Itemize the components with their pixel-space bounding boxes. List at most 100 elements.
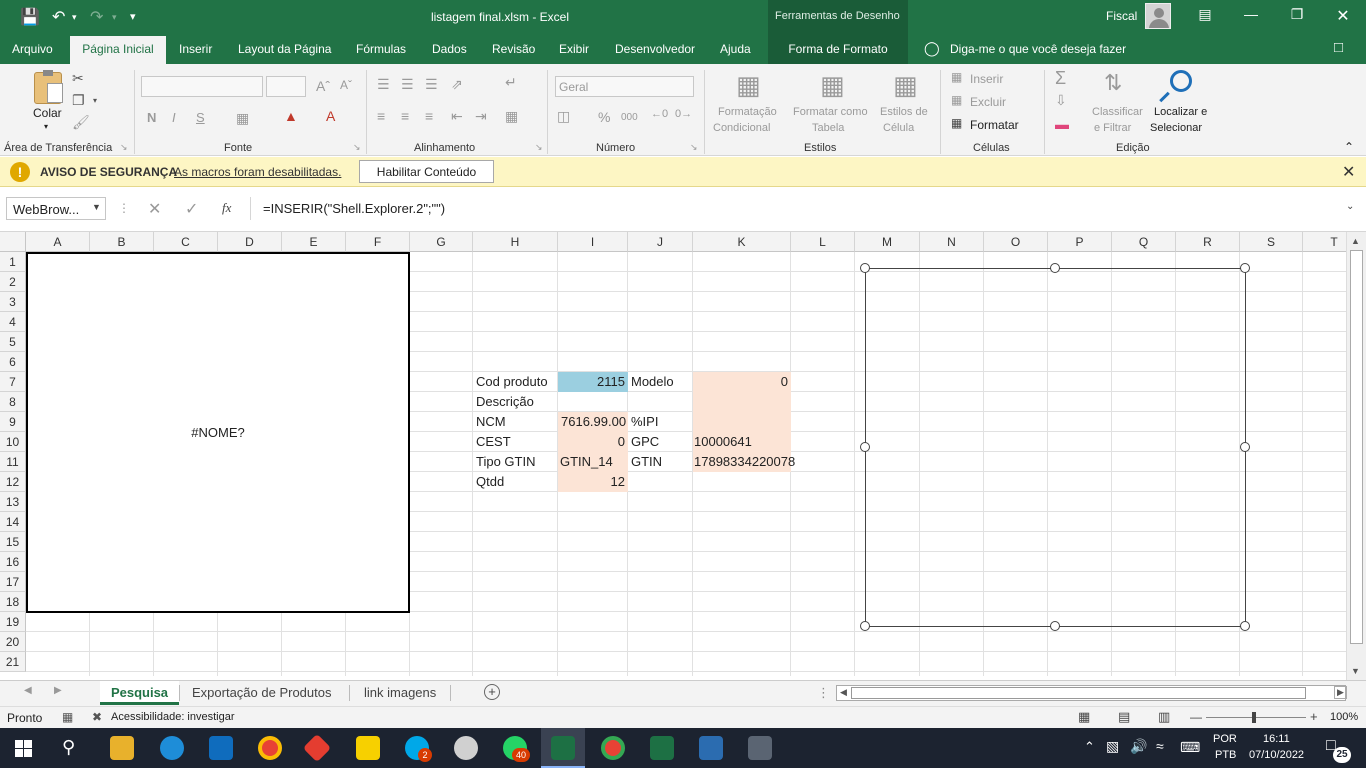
conditional-format-label-1[interactable]: Formatação bbox=[718, 106, 777, 118]
formula-input[interactable]: =INSERIR("Shell.Explorer.2";"") bbox=[250, 197, 1362, 220]
autosum-icon[interactable]: Σ bbox=[1055, 68, 1066, 89]
column-header-c[interactable]: C bbox=[154, 232, 218, 252]
row-header-7[interactable]: 7 bbox=[0, 372, 26, 392]
tab-forma-de-formato[interactable]: Forma de Formato bbox=[768, 34, 908, 64]
account-name[interactable]: Fiscal bbox=[1106, 9, 1137, 23]
row-header-19[interactable]: 19 bbox=[0, 612, 26, 632]
column-header-j[interactable]: J bbox=[628, 232, 693, 252]
spreadsheet-grid[interactable]: ABCDEFGHIJKLMNOPQRST 1 2 3 4 5 6 7 8 9 10 11 12 13 14… bbox=[0, 232, 1346, 676]
find-select-label-1[interactable]: Localizar e bbox=[1154, 106, 1207, 118]
increase-font-icon[interactable]: Aˆ bbox=[316, 78, 330, 94]
currency-icon[interactable]: ◫ bbox=[557, 108, 570, 125]
selected-rectangle-shape[interactable] bbox=[865, 268, 1246, 627]
enable-content-button[interactable]: Habilitar Conteúdo bbox=[359, 160, 494, 183]
paste-icon[interactable] bbox=[34, 70, 63, 104]
row-header-1[interactable]: 1 bbox=[0, 252, 26, 272]
tab-ajuda[interactable]: Ajuda bbox=[720, 42, 751, 56]
underline-button[interactable]: S bbox=[196, 110, 205, 125]
format-cells-button[interactable]: Formatar bbox=[970, 118, 1019, 132]
windows-start-icon[interactable] bbox=[15, 740, 32, 757]
hscroll-thumb[interactable] bbox=[851, 687, 1306, 699]
macro-record-icon[interactable]: ▦ bbox=[62, 710, 73, 724]
column-header-l[interactable]: L bbox=[791, 232, 855, 252]
bold-button[interactable]: N bbox=[147, 110, 156, 125]
calculator-icon[interactable] bbox=[748, 736, 772, 760]
number-launcher-icon[interactable]: ↘ bbox=[690, 142, 698, 153]
edge-icon[interactable] bbox=[160, 736, 184, 760]
format-painter-icon[interactable]: 🖌 bbox=[72, 114, 90, 131]
italic-button[interactable]: I bbox=[172, 110, 176, 125]
tab-dados[interactable]: Dados bbox=[432, 42, 467, 56]
conditional-format-label-2[interactable]: Condicional bbox=[713, 122, 770, 134]
cell-i12[interactable]: 12 bbox=[558, 472, 628, 492]
avatar-icon[interactable] bbox=[1145, 3, 1171, 29]
cell-h7[interactable]: Cod produto bbox=[473, 372, 557, 392]
row-header-10[interactable]: 10 bbox=[0, 432, 26, 452]
format-table-label-2[interactable]: Tabela bbox=[812, 122, 844, 134]
font-name-box[interactable] bbox=[141, 76, 263, 97]
excel-file-icon[interactable] bbox=[650, 736, 674, 760]
copy-icon[interactable]: ❐ bbox=[72, 92, 85, 109]
name-box-dropdown-icon[interactable]: ▼ bbox=[92, 202, 101, 212]
sheet-tab-exportacao[interactable]: Exportação de Produtos bbox=[192, 685, 331, 700]
column-header-f[interactable]: F bbox=[346, 232, 410, 252]
row-header-17[interactable]: 17 bbox=[0, 572, 26, 592]
chrome-icon[interactable] bbox=[258, 736, 282, 760]
resize-handle-bl[interactable] bbox=[860, 621, 870, 631]
tell-me-search[interactable]: Diga-me o que você deseja fazer bbox=[950, 42, 1126, 56]
clear-icon[interactable]: ▬ bbox=[1055, 116, 1069, 132]
keyboard-icon[interactable]: ⌨ bbox=[1180, 739, 1200, 756]
keyboard-layout[interactable]: PTB bbox=[1215, 749, 1236, 761]
sheet-tab-pesquisa[interactable]: Pesquisa bbox=[100, 681, 179, 705]
prev-sheet-icon[interactable]: ◀ bbox=[24, 685, 32, 696]
normal-view-icon[interactable]: ▦ bbox=[1078, 709, 1090, 725]
page-break-view-icon[interactable]: ▥ bbox=[1158, 709, 1170, 725]
paste-dropdown-icon[interactable]: ▾ bbox=[44, 122, 48, 131]
clock-date[interactable]: 07/10/2022 bbox=[1249, 749, 1304, 761]
borders-icon[interactable]: ▦ bbox=[236, 110, 249, 127]
xml-tool-icon[interactable] bbox=[699, 736, 723, 760]
merge-icon[interactable]: ▦ bbox=[505, 108, 518, 125]
resize-handle-b[interactable] bbox=[1050, 621, 1060, 631]
wrap-text-icon[interactable]: ↵ bbox=[505, 74, 517, 91]
fill-icon[interactable]: ⇩ bbox=[1055, 92, 1067, 109]
horizontal-scrollbar[interactable]: ◀ bbox=[836, 685, 1346, 701]
delete-cells-icon[interactable]: ▦ bbox=[951, 93, 962, 107]
row-header-5[interactable]: 5 bbox=[0, 332, 26, 352]
vertical-scrollbar[interactable]: ▲ ▼ bbox=[1346, 232, 1366, 680]
clipboard-launcher-icon[interactable]: ↘ bbox=[120, 142, 128, 153]
align-bottom-icon[interactable]: ☰ bbox=[425, 76, 438, 93]
column-header-i[interactable]: I bbox=[558, 232, 628, 252]
zoom-out-icon[interactable]: — bbox=[1190, 710, 1202, 724]
ribbon-display-icon[interactable]: ▤ bbox=[1185, 6, 1225, 23]
format-as-table-icon[interactable]: ▦ bbox=[820, 70, 845, 101]
column-header-b[interactable]: B bbox=[90, 232, 154, 252]
cell-k11[interactable]: 17898334220078 bbox=[691, 452, 801, 472]
cell-h8[interactable]: Descrição bbox=[473, 392, 557, 412]
tab-pagina-inicial[interactable]: Página Inicial bbox=[70, 36, 166, 64]
number-format-box[interactable]: Geral bbox=[555, 76, 694, 97]
tab-layout[interactable]: Layout da Página bbox=[238, 42, 331, 56]
language-indicator[interactable]: POR bbox=[1213, 733, 1237, 745]
align-center-icon[interactable]: ≡ bbox=[401, 108, 409, 124]
column-header-p[interactable]: P bbox=[1048, 232, 1112, 252]
row-header-8[interactable]: 8 bbox=[0, 392, 26, 412]
cell-h12[interactable]: Qtdd bbox=[473, 472, 557, 492]
cell-k7[interactable]: 0 bbox=[693, 372, 791, 392]
cell-i7[interactable]: 2115 bbox=[558, 372, 628, 392]
column-header-h[interactable]: H bbox=[473, 232, 558, 252]
collapse-ribbon-icon[interactable]: ⌃ bbox=[1344, 140, 1354, 154]
outlook-icon[interactable] bbox=[209, 736, 233, 760]
resize-handle-br[interactable] bbox=[1240, 621, 1250, 631]
copy-dropdown-icon[interactable]: ▾ bbox=[93, 96, 97, 105]
column-header-s[interactable]: S bbox=[1240, 232, 1303, 252]
search-icon[interactable]: ⚲ bbox=[62, 737, 75, 758]
align-top-icon[interactable]: ☰ bbox=[377, 76, 390, 93]
show-hidden-icons[interactable]: ⌃ bbox=[1084, 739, 1095, 755]
scroll-down-icon[interactable]: ▼ bbox=[1351, 666, 1360, 676]
next-sheet-icon[interactable]: ▶ bbox=[54, 685, 62, 696]
scroll-up-icon[interactable]: ▲ bbox=[1351, 236, 1360, 246]
column-header-g[interactable]: G bbox=[410, 232, 473, 252]
decrease-decimal-icon[interactable]: 0→ bbox=[675, 108, 692, 120]
column-header-n[interactable]: N bbox=[920, 232, 984, 252]
